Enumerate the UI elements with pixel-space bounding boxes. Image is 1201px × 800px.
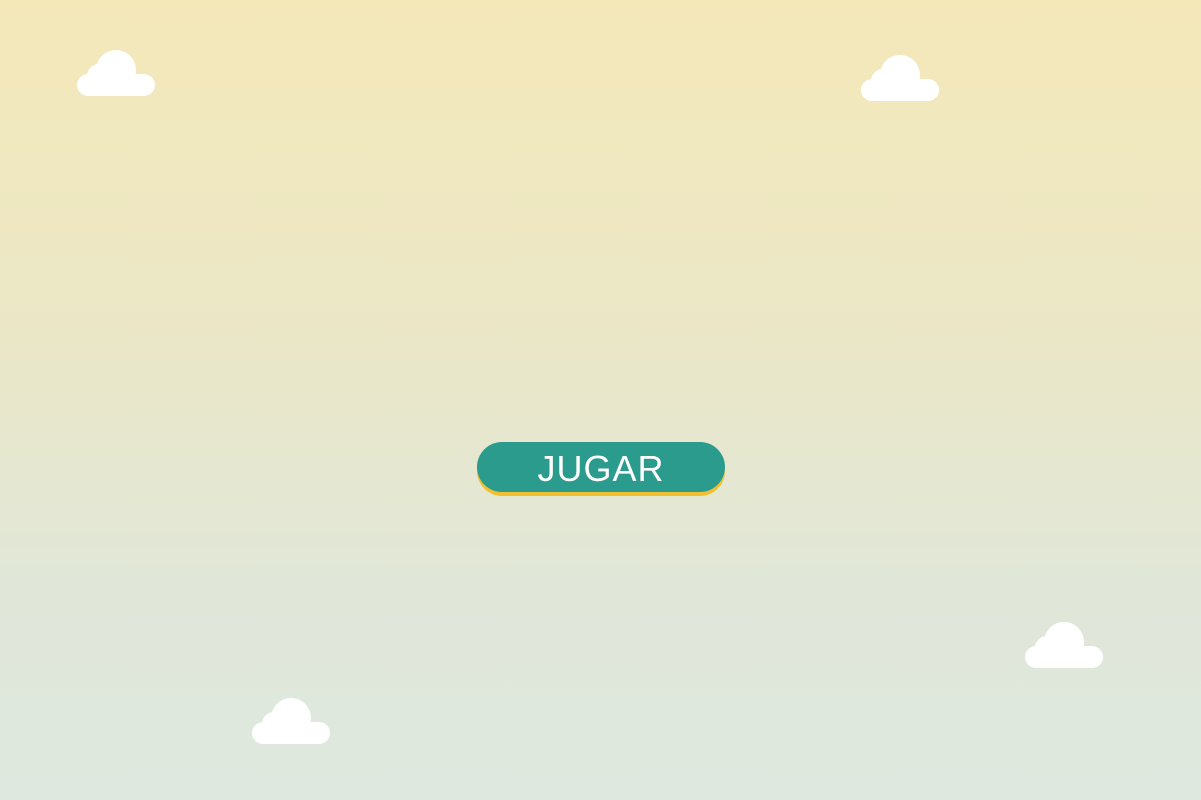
cloud-bottom-left: [252, 698, 330, 744]
cloud-puff: [880, 55, 920, 95]
cloud-bottom-right: [1025, 622, 1103, 668]
game-start-screen: JUGAR: [0, 0, 1201, 800]
cloud-top-left: [77, 50, 155, 96]
cloud-top-right: [861, 55, 939, 101]
cloud-puff: [96, 50, 136, 90]
play-button[interactable]: JUGAR: [477, 442, 725, 492]
cloud-puff: [1044, 622, 1084, 662]
cloud-puff: [271, 698, 311, 738]
